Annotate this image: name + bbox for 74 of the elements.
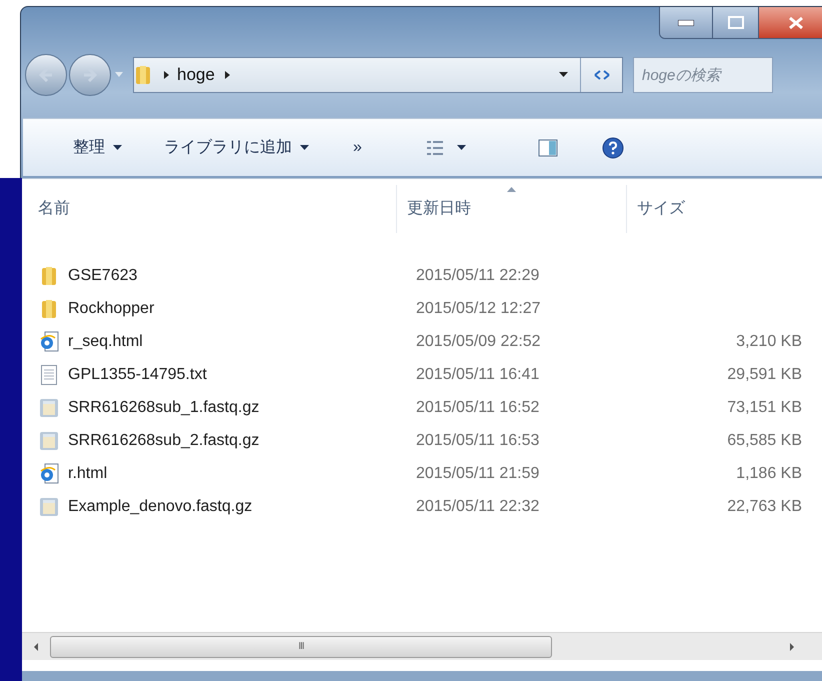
dropdown-icon (115, 72, 123, 78)
modified-date: 2015/05/09 22:52 (415, 332, 542, 352)
view-options-button[interactable] (426, 140, 466, 156)
close-icon (788, 16, 804, 30)
breadcrumb-arrow-icon (224, 71, 230, 79)
file-row[interactable]: r_seq.html 2015/05/09 22:52 3,210 KB (22, 325, 822, 358)
file-name: GPL1355-14795.txt (68, 364, 207, 384)
more-button[interactable]: » (353, 136, 362, 160)
toolbar-menu-button[interactable]: ライブラリに追加 (164, 136, 309, 160)
folder-icon (40, 298, 58, 318)
web-page-icon (39, 330, 59, 352)
file-size: 1,186 KB (736, 464, 802, 484)
sort-ascending-icon (507, 187, 516, 192)
dropdown-icon (300, 144, 309, 150)
column-header[interactable]: 更新日時 (397, 185, 627, 233)
details-view-icon (426, 140, 443, 156)
file-row[interactable]: SRR616268sub_2.fastq.gz 2015/05/11 16:53 65,585 KB (22, 424, 822, 457)
modified-date: 2015/05/12 12:27 (415, 298, 542, 318)
archive-file-icon (39, 396, 59, 418)
file-row[interactable]: Rockhopper 2015/05/12 12:27 (22, 292, 822, 325)
breadcrumb-arrow-icon (164, 71, 169, 79)
modified-date: 2015/05/11 22:29 (415, 266, 540, 286)
file-row[interactable]: GSE7623 2015/05/11 22:29 (22, 259, 822, 292)
file-row[interactable]: SRR616268sub_1.fastq.gz 2015/05/11 16:52 73,151 KB (22, 391, 822, 424)
maximize-button[interactable] (712, 7, 758, 38)
file-size: 65,585 KB (727, 430, 802, 450)
modified-date: 2015/05/11 16:52 (415, 398, 540, 418)
archive-file-icon (39, 496, 59, 518)
folder-path[interactable]: hoge (177, 62, 215, 88)
dropdown-icon (113, 144, 122, 150)
file-size: 29,591 KB (727, 364, 802, 384)
modified-date: 2015/05/11 22:32 (415, 496, 540, 516)
column-header[interactable]: サイズ (627, 185, 767, 233)
close-button[interactable] (758, 7, 822, 38)
modified-date: 2015/05/11 16:41 (415, 364, 540, 384)
folder-icon (40, 266, 58, 286)
toolbar-menu-button[interactable]: 整理 (73, 136, 122, 160)
file-name: r_seq.html (68, 332, 143, 352)
dropdown-icon (559, 72, 568, 78)
modified-date: 2015/05/11 21:59 (415, 464, 540, 484)
dropdown-icon (456, 144, 466, 150)
file-name: r.html (68, 464, 108, 484)
file-name: Example_denovo.fastq.gz (68, 496, 252, 516)
modified-date: 2015/05/11 16:53 (415, 430, 540, 450)
file-row[interactable]: GPL1355-14795.txt 2015/05/11 16:41 29,591 KB (22, 358, 822, 391)
preview-pane-button[interactable] (538, 138, 558, 156)
back-button[interactable] (25, 54, 67, 96)
scroll-thumb[interactable]: III (50, 636, 552, 658)
maximize-icon (728, 16, 744, 29)
horizontal-scrollbar[interactable]: III (22, 632, 822, 660)
folder-icon (134, 65, 152, 85)
address-bar[interactable]: hoge (133, 57, 623, 93)
file-name: GSE7623 (68, 266, 138, 286)
file-name: SRR616268sub_1.fastq.gz (68, 398, 260, 418)
file-size: 73,151 KB (727, 398, 802, 418)
scroll-grip: III (298, 640, 304, 654)
help-button[interactable] (602, 136, 624, 158)
web-page-icon (39, 462, 59, 484)
forward-button[interactable] (69, 54, 111, 96)
text-file-icon (40, 364, 58, 386)
file-name: SRR616268sub_2.fastq.gz (68, 430, 260, 450)
back-arrow-icon (38, 68, 54, 82)
file-name: Rockhopper (68, 298, 154, 318)
file-row[interactable]: r.html 2015/05/11 21:59 1,186 KB (22, 457, 822, 490)
help-icon (602, 136, 624, 158)
preview-pane-icon (538, 138, 558, 156)
column-header[interactable]: 名前 (22, 185, 397, 233)
archive-file-icon (39, 430, 59, 452)
file-row[interactable]: Example_denovo.fastq.gz 2015/05/11 22:32 22,763 KB (22, 490, 822, 523)
file-size: 3,210 KB (736, 332, 802, 352)
minimize-icon (678, 20, 694, 26)
search-field[interactable]: hogeの検索 (633, 57, 773, 93)
file-size: 22,763 KB (727, 496, 802, 516)
forward-arrow-icon (82, 68, 98, 82)
